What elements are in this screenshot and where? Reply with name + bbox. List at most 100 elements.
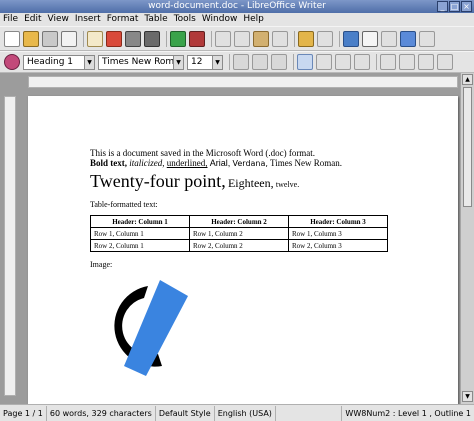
status-bar: Page 1 / 1 60 words, 329 characters Defa… [0,404,474,421]
show-draw-functions-icon[interactable] [381,30,397,47]
menu-window[interactable]: Window [199,13,241,26]
status-word-count[interactable]: 60 words, 329 characters [47,405,156,421]
align-center-icon[interactable] [316,54,332,70]
open-folder-icon[interactable] [23,30,39,47]
align-left-icon[interactable] [297,54,313,70]
autospellcheck-icon[interactable] [189,30,205,47]
table-cell[interactable]: Row 2, Column 1 [90,239,190,252]
intro-line: This is a document saved in the Microsof… [90,148,316,158]
embedded-logo-image[interactable] [90,272,195,380]
paste-icon[interactable] [253,30,269,47]
minimize-button[interactable]: _ [437,1,448,12]
verdana-text: Verdana, [232,159,268,168]
document-table[interactable]: Header: Column 1 Header: Column 2 Header… [90,215,388,252]
table-cell[interactable]: Row 1, Column 2 [189,227,289,240]
spellcheck-icon[interactable] [170,30,186,47]
justify-icon[interactable] [354,54,370,70]
paragraph-style-value: Heading 1 [27,56,74,67]
decrease-indent-icon[interactable] [418,54,434,70]
status-language[interactable]: English (USA) [215,405,276,421]
table-header-cell[interactable]: Header: Column 2 [189,215,289,228]
table-header-cell[interactable]: Header: Column 3 [288,215,388,228]
menu-view[interactable]: View [45,13,72,26]
menu-bar: File Edit View Insert Format Table Tools… [0,13,474,26]
clone-formatting-icon[interactable] [272,30,288,47]
align-right-icon[interactable] [335,54,351,70]
print-preview-icon[interactable] [144,30,160,47]
save-icon[interactable] [42,30,58,47]
increase-indent-icon[interactable] [437,54,453,70]
chevron-down-icon: ▼ [212,55,222,69]
email-icon[interactable] [61,30,77,47]
window-title: word-document.doc - LibreOffice Writer [148,1,326,11]
size-line: Twenty-four point, Eighteen, twelve. [90,171,388,192]
twenty-four-point-text: Twenty-four point, [90,171,226,191]
zoom-icon[interactable] [419,30,435,47]
menu-tools[interactable]: Tools [171,13,199,26]
table-cell[interactable]: Row 1, Column 3 [288,227,388,240]
table-row: Row 2, Column 1 Row 2, Column 2 Row 2, C… [90,239,388,252]
scroll-down-icon[interactable]: ▼ [462,391,473,402]
status-outline: WW8Num2 : Level 1 , Outline 1 [341,405,474,421]
print-icon[interactable] [125,30,141,47]
menu-table[interactable]: Table [141,13,170,26]
chevron-down-icon: ▼ [84,55,94,69]
copy-icon[interactable] [234,30,250,47]
vertical-scrollbar[interactable]: ▲ ▼ [460,73,474,404]
bullets-icon[interactable] [399,54,415,70]
vertical-ruler[interactable] [4,96,16,396]
table-row: Row 1, Column 1 Row 1, Column 2 Row 1, C… [90,227,388,240]
cut-icon[interactable] [215,30,231,47]
menu-format[interactable]: Format [104,13,142,26]
hyperlink-icon[interactable] [343,30,359,47]
scrollbar-thumb[interactable] [463,87,472,207]
numbering-icon[interactable] [380,54,396,70]
style-line: Bold text, italicized, underlined, Arial… [90,158,388,169]
status-page[interactable]: Page 1 / 1 [0,405,47,421]
menu-insert[interactable]: Insert [72,13,104,26]
font-size-select[interactable]: 12 ▼ [187,54,223,70]
twelve-point-text: twelve. [275,180,300,189]
table-cell[interactable]: Row 2, Column 2 [189,239,289,252]
underline-icon[interactable] [271,54,287,70]
document-page[interactable]: This is a document saved in the Microsof… [28,96,458,404]
image-caption: Image: [90,260,113,269]
bold-icon[interactable] [233,54,249,70]
horizontal-ruler[interactable] [28,76,458,88]
menu-file[interactable]: File [0,13,21,26]
bold-text: Bold text, [90,158,127,168]
chevron-down-icon: ▼ [173,55,183,69]
menu-help[interactable]: Help [240,13,267,26]
styles-icon[interactable] [4,54,20,70]
title-bar: word-document.doc - LibreOffice Writer _… [0,0,474,13]
font-name-select[interactable]: Times New Roman ▼ [98,54,184,70]
status-page-style[interactable]: Default Style [156,405,215,421]
close-button[interactable]: × [461,1,472,12]
arial-text: Arial, [209,158,231,168]
table-header-cell[interactable]: Header: Column 1 [90,215,190,228]
eighteen-point-text: Eighteen, [227,176,274,190]
table-header-row: Header: Column 1 Header: Column 2 Header… [90,215,388,228]
edit-file-icon[interactable] [87,30,103,47]
export-pdf-icon[interactable] [106,30,122,47]
italic-icon[interactable] [252,54,268,70]
standard-toolbar [0,26,474,51]
times-text: Times New Roman. [270,158,342,168]
document-content: This is a document saved in the Microsof… [90,148,388,269]
menu-edit[interactable]: Edit [21,13,44,26]
redo-icon[interactable] [317,30,333,47]
navigator-icon[interactable] [400,30,416,47]
formatting-toolbar: Heading 1 ▼ Times New Roman ▼ 12 ▼ [0,51,474,73]
table-icon[interactable] [362,30,378,47]
font-size-value: 12 [191,56,203,67]
underlined-text: underlined, [166,158,208,168]
paragraph-style-select[interactable]: Heading 1 ▼ [23,54,95,70]
italic-text: italicized, [129,158,165,168]
scroll-up-icon[interactable]: ▲ [462,74,473,85]
table-cell[interactable]: Row 2, Column 3 [288,239,388,252]
maximize-button[interactable]: □ [449,1,460,12]
undo-icon[interactable] [298,30,314,47]
font-name-value: Times New Roman [102,56,184,67]
table-cell[interactable]: Row 1, Column 1 [90,227,190,240]
new-document-icon[interactable] [4,30,20,47]
